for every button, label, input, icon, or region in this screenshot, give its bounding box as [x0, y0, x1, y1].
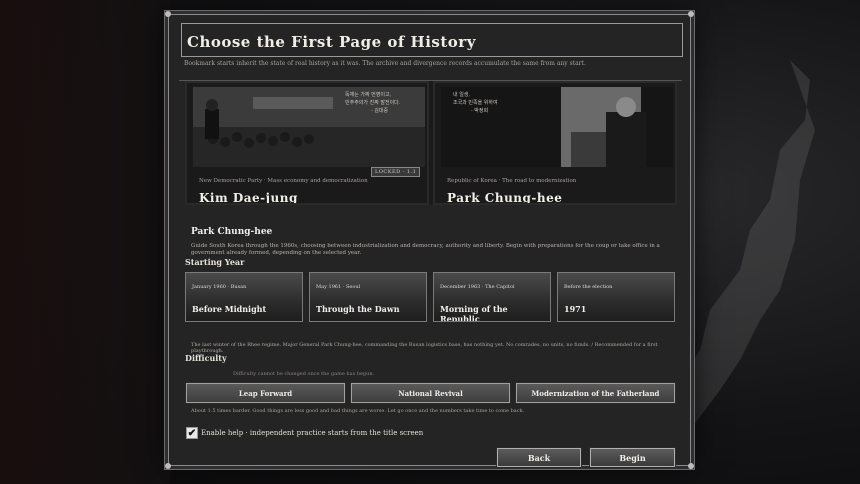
title-frame: Choose the First Page of History [181, 23, 683, 57]
leader-caption: Republic of Korea · The road to moderniz… [447, 178, 577, 184]
quote-line: 독재는 가짜 번영이고, [345, 92, 392, 98]
difficulty-label: Difficulty [185, 353, 227, 363]
difficulty-modernization-button[interactable]: Modernization of the Fatherland [515, 382, 676, 404]
starting-year-label: Starting Year [185, 257, 245, 267]
year-option-name: 1971 [564, 304, 587, 314]
year-option-through-the-dawn[interactable]: May 1961 · Seoul Through the Dawn [309, 272, 427, 322]
quote-author: - 김대중 [371, 108, 389, 114]
leader-name: Park Chung-hee [447, 191, 563, 205]
selected-leader-description: Guide South Korea through the 1960s, cho… [191, 243, 660, 256]
year-option-name: Morning of the Republic [440, 304, 508, 322]
selected-leader-name: Park Chung-hee [191, 227, 273, 237]
difficulty-national-revival-button[interactable]: National Revival [350, 382, 511, 404]
quote-line: 내 일생, [453, 92, 470, 98]
difficulty-description: About 1.5 times harder. Good things are … [191, 408, 525, 414]
leader-quote: 내 일생, 조국과 민족을 위하여 - 박정희 [453, 91, 498, 115]
background-map [670, 60, 815, 430]
year-option-name: Before Midnight [192, 304, 267, 314]
back-button[interactable]: Back [496, 447, 582, 468]
dialog-subtitle: Bookmark starts inherit the state of rea… [184, 60, 586, 67]
locked-badge: LOCKED · 1.1 [371, 167, 421, 177]
year-option-morning-of-the-republic[interactable]: December 1963 · The Capitol Morning of t… [433, 272, 551, 322]
year-option-date: May 1961 · Seoul [316, 284, 361, 290]
leader-caption: New Democratic Party · Mass economy and … [199, 178, 368, 184]
corner-rivet [688, 463, 694, 469]
leader-card-kim-dae-jung[interactable]: 독재는 가짜 번영이고, 민주주의가 진짜 발전이다. - 김대중 LOCKED… [185, 81, 429, 205]
dialog-title: Choose the First Page of History [187, 33, 476, 51]
year-option-date: December 1963 · The Capitol [440, 284, 515, 290]
quote-author: - 박정희 [471, 108, 489, 114]
difficulty-note: Difficulty cannot be changed once the ga… [233, 371, 375, 377]
start-dialog: Choose the First Page of History Bookmar… [165, 11, 694, 469]
year-option-date: January 1960 · Busan [192, 284, 247, 290]
corner-rivet [165, 463, 171, 469]
starting-year-options: January 1960 · Busan Before Midnight May… [185, 272, 677, 324]
leader-name: Kim Dae-jung [199, 191, 298, 205]
starting-year-note: The last winter of the Rhee regime. Majo… [191, 342, 658, 354]
year-option-before-midnight[interactable]: January 1960 · Busan Before Midnight [185, 272, 303, 322]
help-checkbox[interactable]: ✔ [186, 427, 198, 439]
help-toggle[interactable]: ✔ Enable help · independent practice sta… [186, 427, 423, 439]
quote-line: 조국과 민족을 위하여 [453, 100, 498, 106]
help-label: Enable help · independent practice start… [201, 429, 424, 437]
background-left [0, 0, 170, 484]
leader-card-park-chung-hee[interactable]: 내 일생, 조국과 민족을 위하여 - 박정희 Republic of Kore… [433, 81, 677, 205]
year-option-date: Before the election [564, 284, 613, 290]
leader-quote: 독재는 가짜 번영이고, 민주주의가 진짜 발전이다. - 김대중 [345, 91, 400, 115]
begin-button[interactable]: Begin [589, 447, 676, 468]
quote-line: 민주주의가 진짜 발전이다. [345, 100, 401, 106]
dialog-header: Choose the First Page of History Bookmar… [179, 21, 683, 81]
leader-cards: 독재는 가짜 번영이고, 민주주의가 진짜 발전이다. - 김대중 LOCKED… [185, 81, 677, 205]
year-option-1971[interactable]: Before the election 1971 [557, 272, 675, 322]
corner-rivet [165, 11, 171, 17]
year-option-name: Through the Dawn [316, 304, 400, 314]
difficulty-leap-forward-button[interactable]: Leap Forward [185, 382, 346, 404]
corner-rivet [688, 11, 694, 17]
